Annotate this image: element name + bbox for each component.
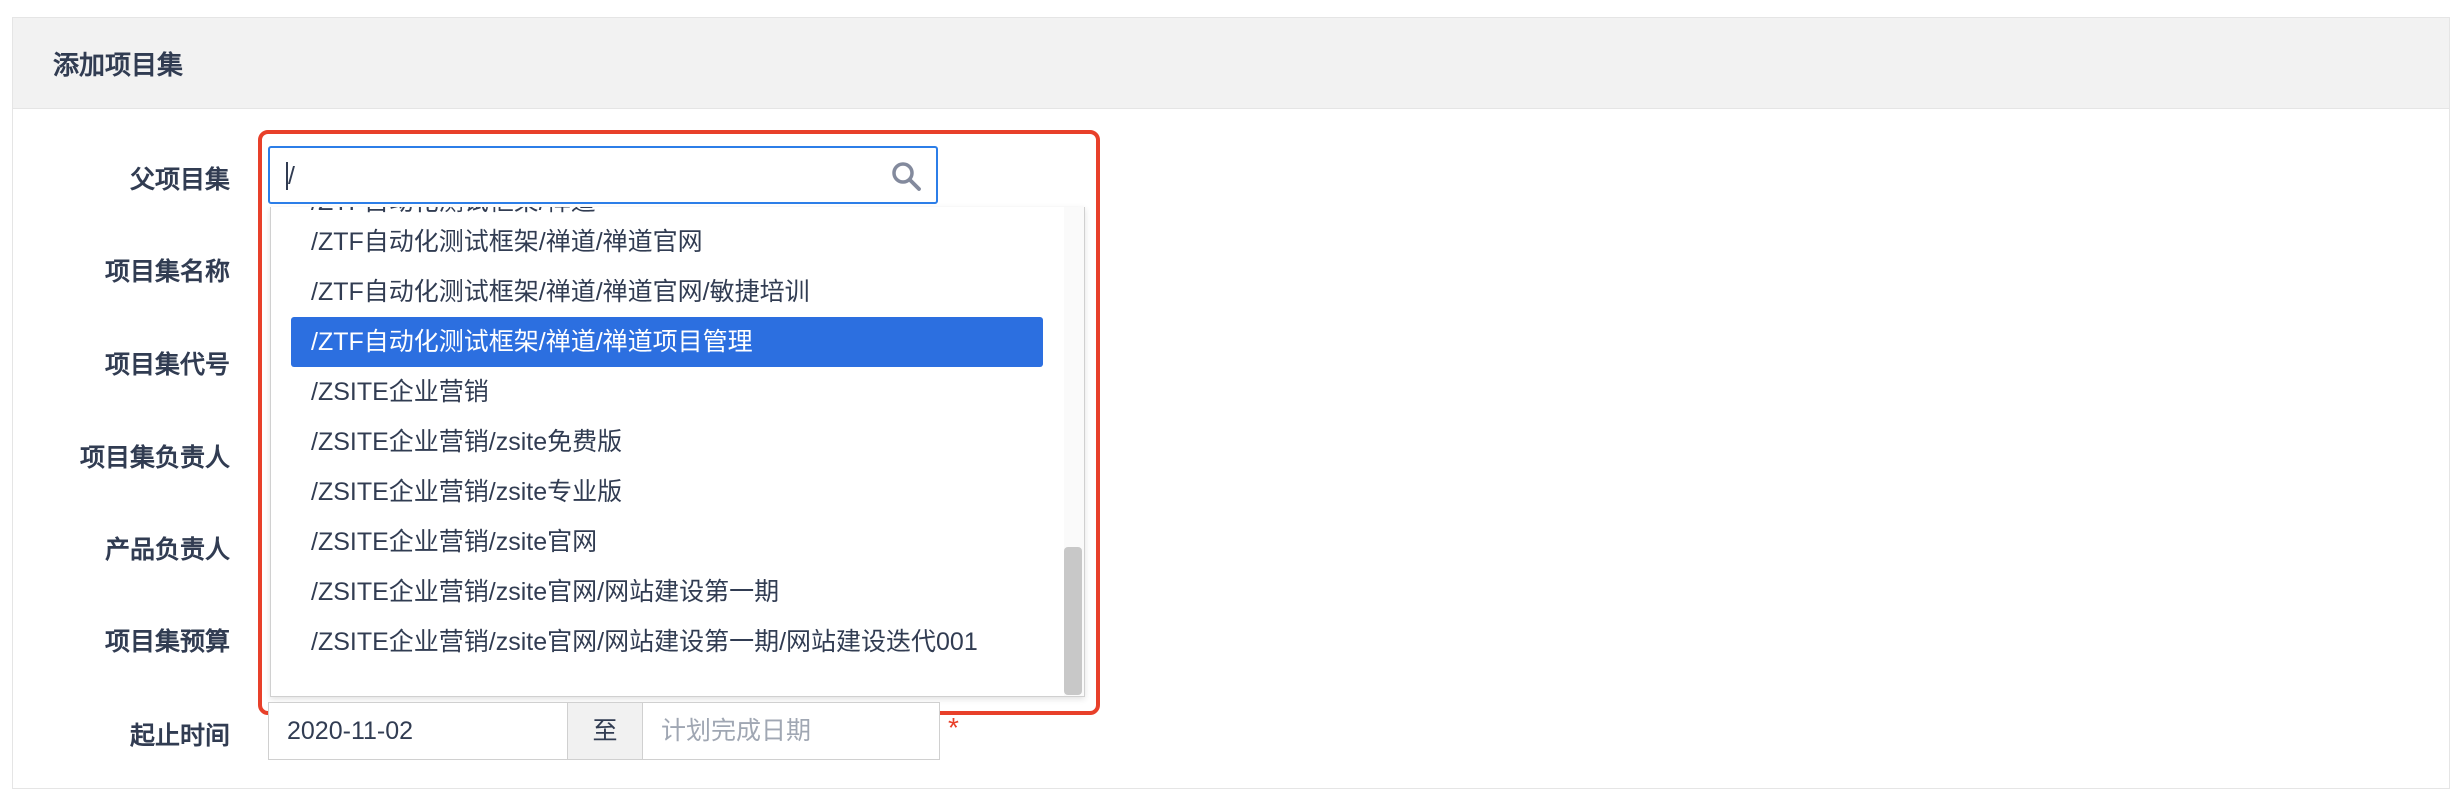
panel-header: 添加项目集 [13, 18, 2449, 109]
parent-dropdown-list[interactable]: /ZTF自动化测试框架/禅道 /ZTF自动化测试框架/禅道/禅道官网 /ZTF自… [270, 207, 1085, 697]
date-separator: 至 [567, 703, 643, 759]
label-name: 项目集名称 [104, 258, 230, 286]
dropdown-option[interactable]: /ZSITE企业营销/zsite官网/网站建设第一期 [291, 567, 1043, 617]
label-date-range: 起止时间 [129, 722, 230, 750]
dropdown-option[interactable]: /ZTF自动化测试框架/禅道/禅道官网/敏捷培训 [291, 267, 1043, 317]
search-icon[interactable] [890, 160, 922, 192]
dropdown-option[interactable]: /ZSITE企业营销 [291, 367, 1043, 417]
start-date-input[interactable]: 2020-11-02 [269, 703, 567, 759]
dropdown-option[interactable]: /ZSITE企业营销/zsite专业版 [291, 467, 1043, 517]
label-product-owner: 产品负责人 [104, 536, 230, 564]
dropdown-option[interactable]: /ZSITE企业营销/zsite免费版 [291, 417, 1043, 467]
end-date-input[interactable]: 计划完成日期 [643, 703, 939, 759]
label-code: 项目集代号 [104, 351, 230, 379]
date-range-group: 2020-11-02 至 计划完成日期 [268, 702, 940, 760]
label-budget: 项目集预算 [104, 628, 230, 656]
dropdown-scrollbar[interactable] [1064, 207, 1084, 696]
dropdown-option[interactable]: /ZSITE企业营销/zsite官网 [291, 517, 1043, 567]
dropdown-option[interactable]: /ZSITE企业营销/zsite官网/网站建设第一期/网站建设迭代001 [291, 617, 1043, 667]
dropdown-scrollbar-thumb[interactable] [1064, 547, 1082, 695]
label-parent: 父项目集 [129, 166, 230, 194]
dropdown-option-selected[interactable]: /ZTF自动化测试框架/禅道/禅道项目管理 [291, 317, 1043, 367]
label-owner: 项目集负责人 [79, 444, 230, 472]
parent-search-value: / [288, 162, 295, 190]
page-title: 添加项目集 [53, 49, 184, 80]
dropdown-option[interactable]: /ZTF自动化测试框架/禅道/禅道官网 [291, 217, 1043, 267]
required-mark: * [948, 712, 959, 743]
parent-search-input[interactable]: / [268, 146, 938, 204]
